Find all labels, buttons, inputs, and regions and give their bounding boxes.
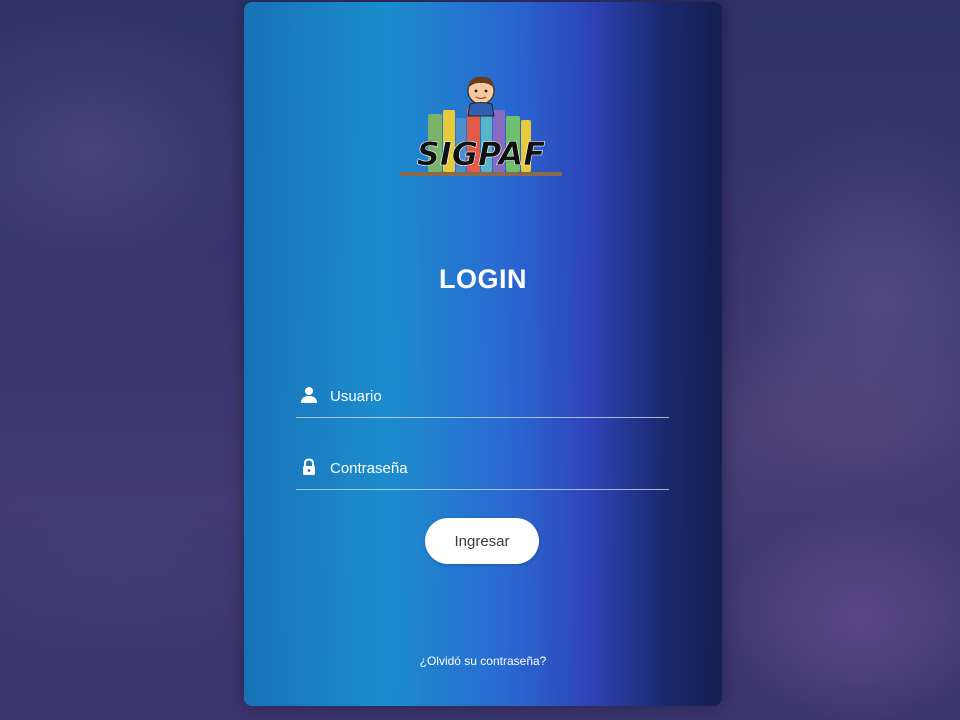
sigpaf-logo: SIGPAF	[398, 74, 564, 178]
svg-text:SIGPAF: SIGPAF	[417, 135, 546, 173]
login-title: LOGIN	[439, 264, 527, 294]
username-input[interactable]	[330, 383, 660, 409]
lock-icon	[300, 458, 318, 476]
login-card: SIGPAF LOGIN Ingresar ¿Olvidó su contras…	[244, 2, 722, 706]
user-icon	[300, 386, 318, 404]
forgot-password-link[interactable]: ¿Olvidó su contraseña?	[244, 654, 722, 668]
password-field[interactable]	[296, 453, 669, 490]
username-field[interactable]	[296, 381, 669, 418]
password-input[interactable]	[330, 455, 660, 481]
ingresar-button[interactable]: Ingresar	[425, 518, 539, 564]
